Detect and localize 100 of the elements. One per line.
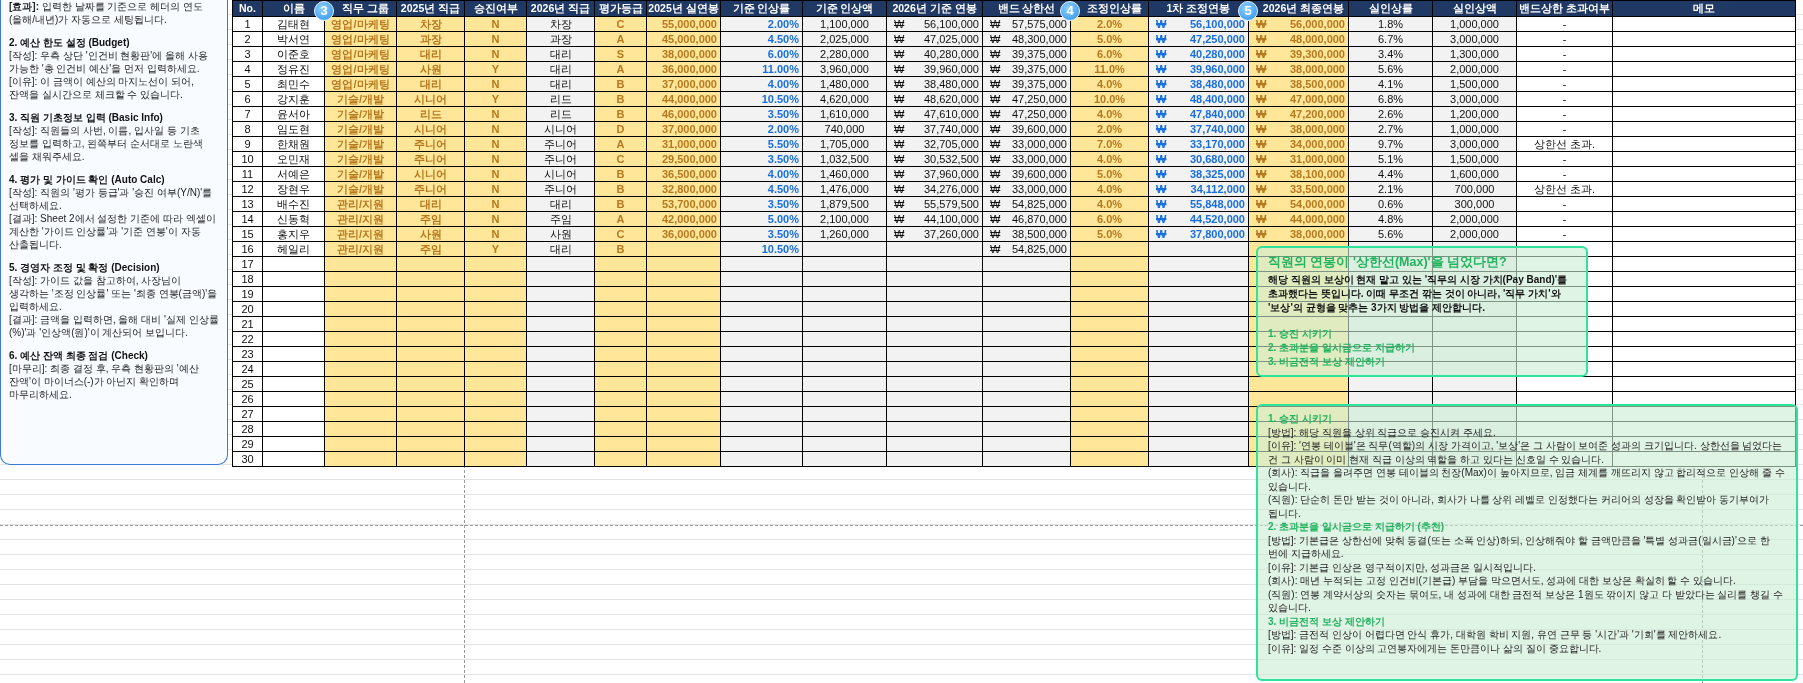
amount: 47,250,000 [1189,32,1245,46]
currency-symbol: ₩ [894,77,905,91]
amount: 37,960,000 [923,167,979,181]
callout-text: 해당 직원의 보상이 현재 맡고 있는 '직무의 시장 가치(Pay Band)'를 초과했다는 뜻입니다. 이때 무조건 깎는 것이 아니라, '직무 가치'와 '보상'의 균형을 맞추는 3가지 방법을 제안합니다. [1268,273,1569,315]
currency-symbol: ₩ [990,167,1001,181]
option-item: 2. 초과분을 일시금으로 지급하기 [1268,341,1415,355]
amount: 56,100,000 [923,17,979,31]
currency-symbol: ₩ [990,182,1001,196]
amount: 39,375,000 [1011,62,1067,76]
currency-symbol: ₩ [1256,62,1267,76]
amount: 38,000,000 [1289,122,1345,136]
detail-text: [이유]: 기본급 인상은 영구적이지만, 성과금은 일시적입니다. [1268,560,1536,574]
detail-text: [이유]: '연봉 테이블'은 직무(역할)의 시장 가격이고, '보상'은 그 사람이 보여준 성과의 크기입니다. 상한선을 넘었다는 건 그 사람이 이미 현재 직급 이상의 역할을 하고 있다는 신호일 수 있습니다. [1268,439,1784,466]
amount: 47,610,000 [923,107,979,121]
guide-text: [결과]: Sheet 2에서 설정한 기준에 따라 엑셀이 계산한 '가이드 인상률'과 '기준 연봉'이 자동 산출됩니다. [9,212,217,251]
amount: 33,000,000 [1011,137,1067,151]
amount: 55,579,500 [923,197,979,211]
currency-symbol: ₩ [990,32,1001,46]
currency-symbol: ₩ [1256,47,1267,61]
guide-heading: 3. 직원 기초정보 입력 (Basic Info) [9,111,164,124]
amount: 46,870,000 [1011,212,1067,226]
guide-text: [작성]: 우측 상단 '인건비 현황판'에 올해 사용 가능한 '총 인건비 예산'을 먼저 입력하세요. [9,49,209,75]
guide-text: [작성]: 가이드 값을 참고하여, 사장님이 생각하는 '조정 인상률' 또는 '최종 연봉(금액)'을 입력하세요. [9,274,219,313]
detail-text: (직원): 단순히 돈만 받는 것이 아니라, 회사가 나를 상위 레벨로 인정했다는 커리어의 성장을 확인받아 동기부여가 됩니다. [1268,493,1771,520]
column-label: 실인상률 [1368,2,1413,14]
amount: 48,400,000 [1189,92,1245,106]
currency-symbol: ₩ [990,227,1001,241]
currency-symbol: ₩ [990,212,1001,226]
column-label: No. [239,2,256,14]
currency-symbol: ₩ [1156,17,1167,31]
currency-symbol: ₩ [894,92,905,106]
column-label: 기준 인상률 [732,2,791,14]
amount: 31,000,000 [1289,152,1345,166]
column-label: 밴드상한 초과여부 [1519,2,1610,14]
currency-symbol: ₩ [1256,77,1267,91]
guide-text: [이유]: 이 금액이 예산의 마지노선이 되어, 잔액을 실시간으로 체크할 수 있습니다. [9,75,195,101]
detail-text: (회사): 매년 누적되는 고정 인건비(기본급) 부담을 막으면서도, 성과에 대한 보상은 확실히 할 수 있습니다. [1268,574,1736,588]
currency-symbol: ₩ [894,212,905,226]
column-label: 메모 [1693,2,1715,14]
currency-symbol: ₩ [894,17,905,31]
guide-text: [결과]: 금액을 입력하면, 올해 대비 '실제 인상률(%)'과 '인상액(원)'이 계산되어 보입니다. [9,313,219,339]
amount: 38,325,000 [1189,167,1245,181]
amount: 33,000,000 [1011,152,1067,166]
amount: 38,100,000 [1289,167,1345,181]
amount: 54,000,000 [1289,197,1345,211]
column-label: 조정인상률 [1086,2,1142,14]
amount: 33,170,000 [1189,137,1245,151]
currency-symbol: ₩ [894,62,905,76]
step-badge: 5 [1238,1,1258,21]
amount: 37,740,000 [1189,122,1245,136]
column-label: 2025년 실연봉 [648,2,719,14]
currency-symbol: ₩ [1256,92,1267,106]
amount: 39,600,000 [1011,122,1067,136]
amount: 30,680,000 [1189,152,1245,166]
column-label: 2026년 기준 연봉 [892,2,977,14]
amount: 38,480,000 [1189,77,1245,91]
amount: 48,620,000 [923,92,979,106]
currency-symbol: ₩ [1156,32,1167,46]
currency-symbol: ₩ [1156,197,1167,211]
currency-symbol: ₩ [1156,182,1167,196]
callout-title: 직원의 연봉이 '상한선(Max)'을 넘었다면? [1268,254,1507,271]
currency-symbol: ₩ [894,107,905,121]
currency-symbol: ₩ [990,17,1001,31]
amount: 39,600,000 [1011,167,1067,181]
currency-symbol: ₩ [1256,167,1267,181]
detail-text: [방법]: 기본급은 상한선에 맞춰 동결(또는 소폭 인상)하되, 인상해줘야 할 금액만큼을 '특별 성과금(일시금)'으로 한 번에 지급하세요. [1268,533,1771,561]
currency-symbol: ₩ [990,152,1001,166]
amount: 48,000,000 [1289,32,1345,46]
amount: 39,960,000 [923,62,979,76]
amount: 39,960,000 [1189,62,1245,76]
currency-symbol: ₩ [1156,167,1167,181]
amount: 40,280,000 [1189,47,1245,61]
amount: 47,250,000 [1011,107,1067,121]
column-label: 1차 조정연봉 [1166,2,1231,14]
step-badge: 4 [1060,1,1080,21]
section-heading: 2. 초과분을 일시금으로 지급하기 (추천) [1268,520,1445,534]
currency-symbol: ₩ [1256,137,1267,151]
currency-symbol: ₩ [1156,77,1167,91]
amount: 44,000,000 [1289,212,1345,226]
currency-symbol: ₩ [1156,122,1167,136]
currency-symbol: ₩ [894,32,905,46]
currency-symbol: ₩ [1256,212,1267,226]
amount: 55,848,000 [1189,197,1245,211]
currency-symbol: ₩ [990,92,1001,106]
amount: 32,705,000 [923,137,979,151]
currency-symbol: ₩ [990,62,1001,76]
currency-symbol: ₩ [1256,152,1267,166]
amount: 47,250,000 [1011,92,1067,106]
currency-symbol: ₩ [894,137,905,151]
section-heading: 3. 비금전적 보상 제안하기 [1268,614,1385,628]
amount: 38,480,000 [923,77,979,91]
currency-symbol: ₩ [1256,122,1267,136]
currency-symbol: ₩ [1256,32,1267,46]
detail-text: (직원): 연봉 계약서상의 숫자는 묶여도, 내 성과에 대한 금전적 보상은 1원도 깎이지 않고 다 받았다는 실리를 챙길 수 있습니다. [1268,587,1784,615]
column-label: 이름 [282,2,305,14]
guide-text: [효과]: 입력한 날짜를 기준으로 헤더의 연도(올해/내년)가 자동으로 세팅됩니다. [9,0,204,26]
detail-text: [이유]: 일정 수준 이상의 고연봉자에게는 돈만큼이나 삶의 질이 중요합니다. [1268,641,1602,655]
currency-symbol: ₩ [990,122,1001,136]
amount: 37,800,000 [1189,227,1245,241]
guide-heading: 2. 예산 한도 설정 (Budget) [9,36,131,49]
